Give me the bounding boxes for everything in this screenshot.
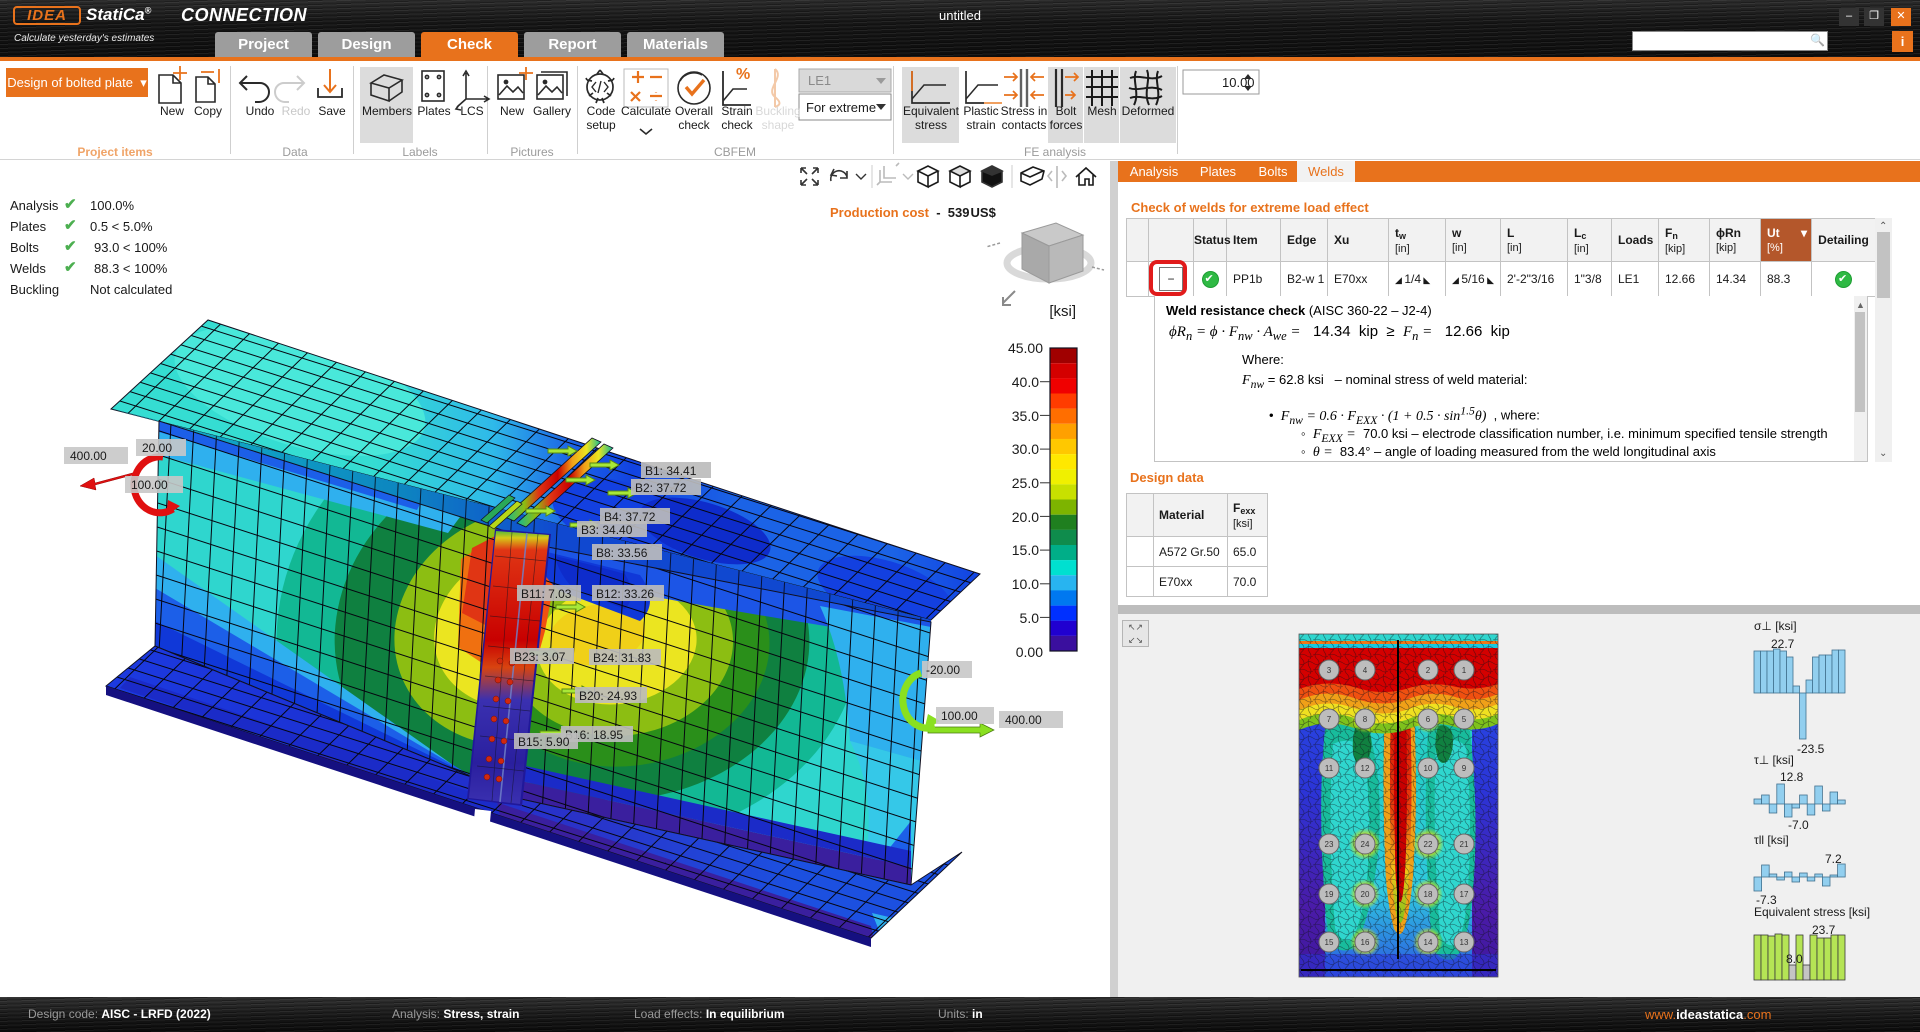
- svg-text:B1: 34.41: B1: 34.41: [645, 464, 697, 478]
- svg-text:τll [ksi]: τll [ksi]: [1754, 833, 1789, 847]
- svg-text:6: 6: [1426, 715, 1431, 724]
- svg-text:5: 5: [1462, 715, 1467, 724]
- svg-text:23: 23: [1325, 840, 1334, 849]
- svg-text:B24: 31.83: B24: 31.83: [593, 651, 651, 665]
- svg-text:14: 14: [1424, 938, 1433, 947]
- svg-text:18: 18: [1424, 890, 1433, 899]
- svg-text:10: 10: [1424, 764, 1433, 773]
- svg-text:7: 7: [1327, 715, 1332, 724]
- svg-text:100.00: 100.00: [131, 478, 168, 492]
- svg-text:10.0: 10.0: [1012, 576, 1039, 592]
- svg-text:13: 13: [1460, 938, 1469, 947]
- svg-text:15.0: 15.0: [1012, 542, 1039, 558]
- svg-text:σ⊥ [ksi]: σ⊥ [ksi]: [1754, 619, 1797, 633]
- svg-text:17: 17: [1460, 890, 1469, 899]
- svg-text:20.0: 20.0: [1012, 509, 1039, 525]
- svg-text:τ⊥ [ksi]: τ⊥ [ksi]: [1754, 753, 1794, 767]
- svg-text:B23: 3.07: B23: 3.07: [514, 650, 566, 664]
- svg-text:3: 3: [1327, 666, 1332, 675]
- svg-text:B8: 33.56: B8: 33.56: [596, 546, 648, 560]
- svg-text:-7.0: -7.0: [1788, 818, 1809, 832]
- svg-text:4: 4: [1363, 666, 1368, 675]
- svg-text:For extreme: For extreme: [806, 100, 876, 115]
- svg-text:25.0: 25.0: [1012, 475, 1039, 491]
- svg-text:400.00: 400.00: [70, 449, 107, 463]
- svg-text:11: 11: [1325, 764, 1334, 773]
- svg-text:30.0: 30.0: [1012, 441, 1039, 457]
- svg-text:22: 22: [1424, 840, 1433, 849]
- svg-text:8: 8: [1363, 715, 1368, 724]
- svg-text:LE1: LE1: [808, 73, 831, 88]
- svg-text:0.00: 0.00: [1016, 644, 1043, 660]
- svg-text:Equivalent stress [ksi]: Equivalent stress [ksi]: [1754, 905, 1870, 919]
- svg-text:5.0: 5.0: [1020, 610, 1040, 626]
- svg-text:1: 1: [1462, 666, 1467, 675]
- svg-text:9: 9: [1462, 764, 1467, 773]
- svg-text:-23.5: -23.5: [1797, 742, 1825, 756]
- svg-text:2: 2: [1426, 666, 1431, 675]
- svg-text:-20.00: -20.00: [926, 663, 960, 677]
- svg-text:15: 15: [1325, 938, 1334, 947]
- svg-text:B3: 34.40: B3: 34.40: [581, 523, 633, 537]
- svg-text:21: 21: [1460, 840, 1469, 849]
- svg-text:19: 19: [1325, 890, 1334, 899]
- svg-text:B15: 5.90: B15: 5.90: [518, 735, 570, 749]
- svg-text:12: 12: [1361, 764, 1370, 773]
- svg-text:40.0: 40.0: [1012, 374, 1039, 390]
- svg-text:16: 16: [1361, 938, 1370, 947]
- svg-text:45.00: 45.00: [1008, 340, 1043, 356]
- svg-text:B12: 33.26: B12: 33.26: [596, 587, 654, 601]
- svg-text:12.8: 12.8: [1780, 770, 1804, 784]
- svg-text:8.0: 8.0: [1786, 952, 1803, 966]
- svg-text:[ksi]: [ksi]: [1049, 303, 1076, 320]
- svg-text:400.00: 400.00: [1005, 713, 1042, 727]
- svg-text:20: 20: [1361, 890, 1370, 899]
- svg-text:B11: 7.03: B11: 7.03: [521, 587, 572, 601]
- svg-text:B2: 37.72: B2: 37.72: [635, 481, 687, 495]
- svg-text:24: 24: [1361, 840, 1370, 849]
- svg-text:20.00: 20.00: [142, 441, 172, 455]
- svg-text:B20: 24.93: B20: 24.93: [579, 689, 637, 703]
- svg-text:%: %: [736, 66, 750, 83]
- svg-text:100.00: 100.00: [941, 709, 978, 723]
- svg-text:35.0: 35.0: [1012, 408, 1039, 424]
